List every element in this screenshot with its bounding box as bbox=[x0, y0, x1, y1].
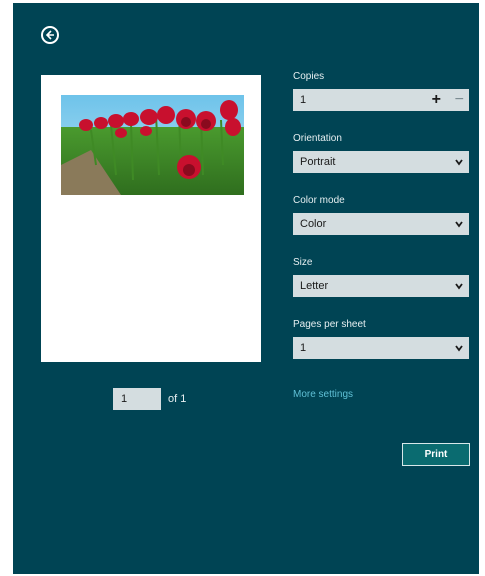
pages-per-sheet-label: Pages per sheet bbox=[293, 319, 366, 330]
print-preview-page bbox=[41, 75, 261, 362]
chevron-down-icon bbox=[455, 159, 463, 166]
plus-icon[interactable]: + bbox=[432, 89, 441, 111]
more-settings-link[interactable]: More settings bbox=[293, 389, 353, 400]
pages-per-sheet-value: 1 bbox=[300, 342, 307, 354]
size-value: Letter bbox=[300, 280, 329, 292]
chevron-down-icon bbox=[455, 221, 463, 228]
page-number-input[interactable]: 1 bbox=[113, 388, 161, 410]
size-label: Size bbox=[293, 257, 313, 268]
chevron-down-icon bbox=[455, 283, 463, 290]
copies-label: Copies bbox=[293, 71, 325, 82]
color-mode-value: Color bbox=[300, 218, 327, 230]
page-count-label: of 1 bbox=[168, 393, 187, 405]
copies-field[interactable]: 1 + − bbox=[293, 89, 469, 111]
minus-icon[interactable]: − bbox=[455, 89, 464, 111]
print-button[interactable]: Print bbox=[402, 443, 470, 466]
back-arrow-circle-icon[interactable] bbox=[41, 26, 59, 44]
orientation-label: Orientation bbox=[293, 133, 342, 144]
print-dialog: 1 of 1 Copies 1 + − Orientation Portrait… bbox=[13, 3, 479, 574]
preview-photo bbox=[61, 95, 244, 195]
orientation-value: Portrait bbox=[300, 156, 336, 168]
pages-per-sheet-select[interactable]: 1 bbox=[293, 337, 469, 359]
color-mode-select[interactable]: Color bbox=[293, 213, 469, 235]
copies-value: 1 bbox=[300, 94, 307, 106]
color-mode-label: Color mode bbox=[293, 195, 345, 206]
chevron-down-icon bbox=[455, 345, 463, 352]
size-select[interactable]: Letter bbox=[293, 275, 469, 297]
orientation-select[interactable]: Portrait bbox=[293, 151, 469, 173]
